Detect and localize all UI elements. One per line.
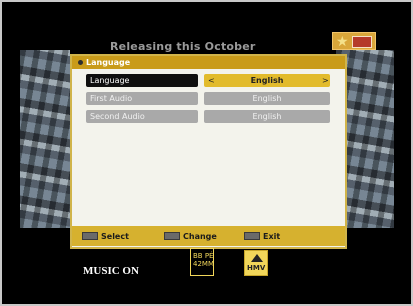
background-video-left [20, 50, 70, 228]
menu-row-value[interactable]: English [204, 110, 330, 123]
help-select-label: Select [101, 231, 129, 241]
menu-row-value[interactable]: English [204, 74, 330, 87]
help-bar: Select Change Exit [72, 226, 345, 246]
music-on-label: MUSIC ON [83, 265, 139, 277]
hmv-logo-mark [251, 254, 263, 262]
menu-row-label: Second Audio [86, 110, 198, 123]
channel-logo: ★ [332, 32, 376, 50]
arrow-left-icon[interactable]: < [208, 74, 215, 87]
tv-screen: Releasing this October ★ Language Langua… [0, 0, 413, 306]
channel-logo-mark [352, 36, 372, 48]
hmv-logo-text: HMV [247, 264, 266, 272]
hmv-logo: HMV [244, 250, 268, 276]
menu-row-label: Language [86, 74, 198, 87]
left-right-key-icon [164, 232, 180, 240]
help-select: Select [82, 231, 129, 241]
arrow-right-icon[interactable]: > [322, 74, 329, 87]
panel-header: Language [72, 56, 345, 69]
panel-title: Language [86, 58, 131, 67]
broadcast-caption: Releasing this October [110, 40, 256, 53]
help-change: Change [164, 231, 217, 241]
settings-panel: Language Language English < > First Audi… [70, 54, 347, 249]
menu-row-language[interactable]: Language English < > [86, 74, 336, 87]
menu-row-second-audio[interactable]: Second Audio English [86, 110, 336, 123]
menu-row-first-audio[interactable]: First Audio English [86, 92, 336, 105]
menu-row-label: First Audio [86, 92, 198, 105]
menu-row-value[interactable]: English [204, 92, 330, 105]
sponsor-badge-text: BB PÉ 42MM [193, 252, 214, 268]
help-exit: Exit [244, 231, 280, 241]
ok-key-icon [82, 232, 98, 240]
sponsor-badge: BB PÉ 42MM [190, 248, 214, 276]
menu-bullet-icon [78, 60, 83, 65]
help-change-label: Change [183, 231, 217, 241]
menu-rows: Language English < > First Audio English… [86, 74, 336, 128]
star-icon: ★ [336, 34, 349, 50]
menu-key-icon [244, 232, 260, 240]
help-exit-label: Exit [263, 231, 281, 241]
